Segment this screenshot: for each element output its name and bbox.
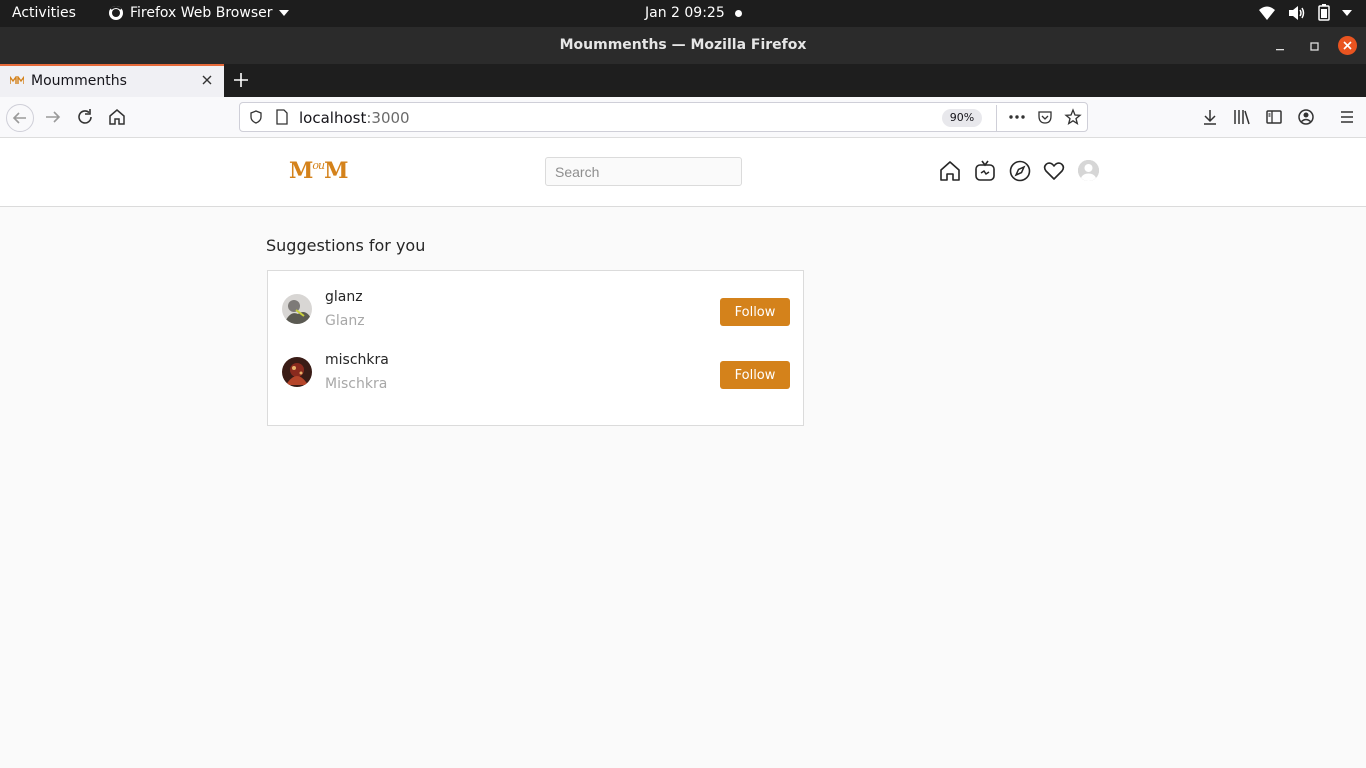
maximize-button[interactable] bbox=[1306, 38, 1322, 54]
shield-icon[interactable] bbox=[248, 109, 264, 130]
suggestions-card: glanz Glanz Follow mischkra Mischkra Fol… bbox=[267, 270, 804, 426]
sidebar-icon[interactable] bbox=[1263, 106, 1285, 128]
wifi-icon bbox=[1258, 5, 1276, 21]
reload-button[interactable] bbox=[74, 106, 96, 128]
chevron-down-icon bbox=[1342, 9, 1352, 16]
url-host: localhost bbox=[299, 109, 367, 127]
battery-icon bbox=[1318, 4, 1330, 21]
downloads-icon[interactable] bbox=[1199, 106, 1221, 128]
app-menu[interactable]: Firefox Web Browser bbox=[108, 5, 289, 21]
forward-button[interactable] bbox=[42, 106, 64, 128]
heart-icon[interactable] bbox=[1042, 159, 1066, 183]
account-icon[interactable] bbox=[1295, 106, 1317, 128]
pocket-icon[interactable] bbox=[1037, 109, 1053, 130]
site-favicon bbox=[9, 74, 25, 84]
more-actions-icon[interactable] bbox=[1007, 109, 1027, 130]
hamburger-menu-icon[interactable] bbox=[1336, 106, 1358, 128]
page-info-icon[interactable] bbox=[275, 109, 289, 130]
url-text[interactable]: localhost:3000 bbox=[299, 109, 410, 127]
tab-strip: Moummenths bbox=[0, 64, 1366, 97]
window-title-bar: Moummenths — Mozilla Firefox bbox=[0, 27, 1366, 64]
window-close-button[interactable] bbox=[1338, 36, 1357, 55]
firefox-icon bbox=[108, 5, 124, 21]
url-port: :3000 bbox=[366, 109, 410, 127]
tv-icon[interactable] bbox=[973, 159, 997, 183]
tab-moummenths[interactable]: Moummenths bbox=[0, 64, 224, 97]
system-tray[interactable] bbox=[1258, 4, 1352, 21]
site-header: MouM bbox=[0, 138, 1366, 207]
search-input[interactable] bbox=[545, 157, 742, 186]
suggestion-fullname: Mischkra bbox=[325, 376, 388, 392]
notification-dot-icon bbox=[735, 10, 742, 17]
follow-button[interactable]: Follow bbox=[720, 361, 790, 389]
system-top-bar: Activities Firefox Web Browser Jan 2 09:… bbox=[0, 0, 1366, 27]
logo-ou: ou bbox=[312, 159, 325, 172]
volume-icon bbox=[1288, 5, 1306, 21]
navigation-toolbar: localhost:3000 90% bbox=[0, 97, 1366, 138]
library-icon[interactable] bbox=[1231, 106, 1253, 128]
avatar[interactable] bbox=[282, 357, 312, 387]
zoom-indicator[interactable]: 90% bbox=[942, 109, 982, 127]
suggestion-fullname: Glanz bbox=[325, 313, 365, 329]
profile-avatar[interactable] bbox=[1078, 160, 1099, 181]
logo-letter-right: M bbox=[324, 158, 348, 184]
list-item: glanz Glanz Follow bbox=[268, 283, 803, 339]
list-item: mischkra Mischkra Follow bbox=[268, 346, 803, 402]
window-title: Moummenths — Mozilla Firefox bbox=[559, 37, 807, 53]
home-icon[interactable] bbox=[938, 159, 962, 183]
site-logo[interactable]: MouM bbox=[289, 158, 348, 188]
avatar[interactable] bbox=[282, 294, 312, 324]
logo-letter-left: M bbox=[289, 158, 313, 184]
url-separator bbox=[996, 105, 997, 131]
tab-title: Moummenths bbox=[31, 73, 127, 89]
bookmark-star-icon[interactable] bbox=[1064, 108, 1082, 131]
compass-icon[interactable] bbox=[1008, 159, 1032, 183]
suggestion-username[interactable]: mischkra bbox=[325, 352, 389, 368]
app-menu-label: Firefox Web Browser bbox=[130, 5, 273, 21]
follow-button[interactable]: Follow bbox=[720, 298, 790, 326]
tab-close-icon[interactable] bbox=[199, 72, 215, 88]
chevron-down-icon bbox=[278, 10, 289, 16]
back-button[interactable] bbox=[6, 104, 34, 132]
suggestions-heading: Suggestions for you bbox=[266, 236, 426, 255]
clock[interactable]: Jan 2 09:25 bbox=[645, 5, 725, 21]
url-bar[interactable]: localhost:3000 90% bbox=[239, 102, 1088, 132]
home-button[interactable] bbox=[106, 106, 128, 128]
suggestion-username[interactable]: glanz bbox=[325, 289, 363, 305]
activities-button[interactable]: Activities bbox=[12, 5, 76, 21]
minimize-button[interactable] bbox=[1272, 38, 1288, 54]
new-tab-button[interactable] bbox=[230, 67, 252, 93]
